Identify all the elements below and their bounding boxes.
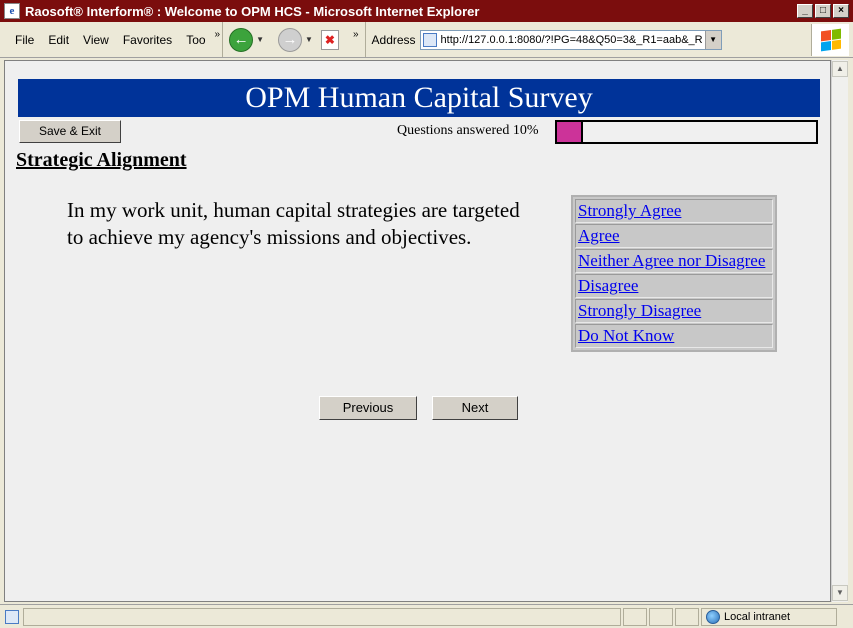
nav-buttons: ← ▼ → ▼ ✖ » (223, 22, 366, 57)
page-status-icon (5, 609, 19, 624)
forward-button[interactable]: → (278, 27, 303, 52)
next-button[interactable]: Next (432, 396, 518, 420)
menu-overflow-chevron[interactable]: » (213, 29, 223, 40)
status-cell (675, 607, 699, 626)
survey-banner: OPM Human Capital Survey (18, 79, 820, 117)
status-bar: Local intranet (0, 604, 853, 628)
vertical-scrollbar[interactable]: ▲ ▼ (831, 60, 848, 602)
browser-toolbar: File Edit View Favorites Too » ← ▼ → ▼ ✖… (0, 22, 853, 58)
close-button[interactable]: × (833, 4, 849, 18)
section-title: Strategic Alignment (16, 149, 187, 171)
address-bar: Address http://127.0.0.1:8080/?!PG=48&Q5… (366, 22, 722, 57)
toolbar-overflow-chevron[interactable]: » (353, 29, 359, 40)
page-icon (422, 32, 437, 47)
scroll-down-icon[interactable]: ▼ (832, 585, 848, 601)
answer-strongly-disagree[interactable]: Strongly Disagree (575, 299, 773, 323)
menu-favorites[interactable]: Favorites (116, 33, 179, 47)
question-text: In my work unit, human capital strategie… (67, 198, 520, 249)
stop-button[interactable]: ✖ (320, 29, 339, 50)
progress-bar (555, 120, 818, 144)
zone-label: Local intranet (724, 610, 791, 623)
minimize-button[interactable]: _ (797, 4, 813, 18)
page-viewport: OPM Human Capital Survey Save & Exit Que… (4, 60, 831, 602)
security-zone: Local intranet (701, 607, 837, 626)
window-title: Raosoft® Interform® : Welcome to OPM HCS… (25, 3, 480, 19)
status-cell (623, 607, 647, 626)
answer-do-not-know[interactable]: Do Not Know (575, 324, 773, 348)
save-exit-button[interactable]: Save & Exit (19, 120, 121, 143)
menu-file[interactable]: File (8, 33, 41, 47)
menu-view[interactable]: View (76, 33, 116, 47)
status-text (23, 607, 621, 626)
address-input[interactable]: http://127.0.0.1:8080/?!PG=48&Q50=3&_R1=… (419, 29, 722, 50)
progress-label: Questions answered 10% (397, 123, 539, 138)
address-url[interactable]: http://127.0.0.1:8080/?!PG=48&Q50=3&_R1=… (441, 34, 703, 46)
progress-fill (557, 122, 583, 142)
menu-tools[interactable]: Too (179, 33, 212, 47)
back-dropdown-icon[interactable]: ▼ (256, 35, 264, 44)
answer-agree[interactable]: Agree (575, 224, 773, 248)
address-label: Address (371, 32, 416, 47)
menu-edit[interactable]: Edit (41, 33, 76, 47)
ie-icon: e (4, 3, 20, 19)
answer-disagree[interactable]: Disagree (575, 274, 773, 298)
answer-options: Strongly Agree Agree Neither Agree nor D… (571, 195, 777, 352)
forward-dropdown-icon[interactable]: ▼ (305, 35, 313, 44)
address-dropdown-icon[interactable]: ▼ (704, 30, 721, 49)
answer-neither[interactable]: Neither Agree nor Disagree (575, 249, 773, 273)
maximize-button[interactable]: □ (815, 4, 831, 18)
globe-icon (706, 609, 720, 624)
status-cell (649, 607, 673, 626)
back-button[interactable]: ← (229, 27, 254, 52)
window-titlebar: e Raosoft® Interform® : Welcome to OPM H… (0, 0, 853, 22)
windows-logo (811, 24, 849, 56)
windows-flag-icon (820, 28, 841, 52)
scroll-up-icon[interactable]: ▲ (832, 61, 848, 77)
answer-strongly-agree[interactable]: Strongly Agree (575, 199, 773, 223)
menu-bar: File Edit View Favorites Too » (0, 22, 224, 57)
previous-button[interactable]: Previous (319, 396, 417, 420)
